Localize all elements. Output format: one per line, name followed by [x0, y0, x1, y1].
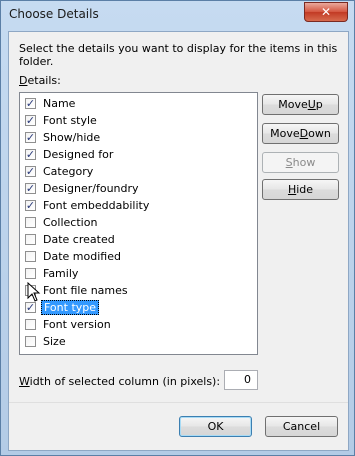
move-up-label-rest: p — [315, 98, 323, 111]
checkbox[interactable]: ✓ — [25, 302, 36, 313]
checkbox[interactable]: ✓ — [25, 115, 36, 126]
list-item-label: Size — [43, 335, 66, 348]
checkbox[interactable]: ✓ — [25, 166, 36, 177]
details-list-item[interactable]: ✓ Designer/foundry — [25, 180, 141, 197]
checkbox[interactable] — [25, 251, 36, 262]
details-list-item[interactable]: ✓ Font style — [25, 112, 99, 129]
move-up-label: Move — [278, 98, 308, 111]
button-bar: OK Cancel — [9, 402, 348, 451]
details-list-item[interactable]: Date modified — [25, 248, 123, 265]
show-key: S — [285, 156, 293, 169]
list-item-label: Font embeddability — [43, 199, 150, 212]
checkbox[interactable]: ✓ — [25, 98, 36, 109]
list-item-label: Collection — [43, 216, 98, 229]
details-list-item[interactable]: Size — [25, 333, 68, 350]
list-item-label: Date modified — [43, 250, 121, 263]
details-list-item[interactable]: ✓ Show/hide — [25, 129, 102, 146]
list-item-label: Font version — [43, 318, 111, 331]
details-label-rest: etails: — [27, 74, 61, 87]
column-width-input[interactable]: 0 — [224, 370, 258, 390]
details-list-item[interactable]: ✓ Category — [25, 163, 95, 180]
checkbox[interactable] — [25, 319, 36, 330]
list-item-label: Show/hide — [43, 131, 101, 144]
choose-details-dialog: Choose Details ✕ Select the details you … — [0, 0, 355, 456]
width-label: Width of selected column (in pixels): — [19, 375, 220, 388]
list-item-label: Font type — [41, 300, 100, 315]
list-item-label: Date created — [43, 233, 115, 246]
list-item-label: Designed for — [43, 148, 114, 161]
move-up-button[interactable]: Move Up — [262, 94, 339, 115]
move-down-key: D — [299, 127, 309, 140]
details-label: Details: — [19, 74, 61, 87]
move-up-key: U — [307, 98, 316, 111]
checkbox[interactable] — [25, 336, 36, 347]
details-list-item[interactable]: Collection — [25, 214, 99, 231]
dialog-body: Select the details you want to display f… — [8, 31, 349, 451]
width-label-rest: idth of selected column (in pixels): — [29, 375, 221, 388]
checkbox[interactable]: ✓ — [25, 183, 36, 194]
checkbox[interactable]: ✓ — [25, 132, 36, 143]
details-list-item[interactable]: ✓ Font embeddability — [25, 197, 151, 214]
checkbox[interactable]: ✓ — [25, 200, 36, 211]
details-list-item[interactable]: Date created — [25, 231, 117, 248]
show-button[interactable]: Show — [262, 152, 339, 173]
details-list-item[interactable]: ✓ Name — [25, 95, 77, 112]
details-list-item[interactable]: Font version — [25, 316, 113, 333]
details-list-item[interactable]: ✓ Designed for — [25, 146, 115, 163]
close-button[interactable]: ✕ — [304, 2, 348, 22]
title-bar[interactable]: Choose Details ✕ — [1, 1, 354, 31]
instruction-text: Select the details you want to display f… — [19, 42, 338, 68]
checkbox[interactable] — [25, 217, 36, 228]
checkbox[interactable] — [25, 234, 36, 245]
list-item-label: Font file names — [43, 284, 128, 297]
hide-key: H — [287, 183, 297, 196]
list-item-label: Family — [43, 267, 79, 280]
mouse-pointer-icon — [27, 282, 41, 302]
move-down-button[interactable]: Move Down — [262, 123, 339, 144]
details-list-item[interactable]: Family — [25, 265, 80, 282]
hide-label-rest: ide — [296, 183, 314, 196]
close-icon: ✕ — [320, 5, 332, 19]
list-item-label: Name — [43, 97, 76, 110]
show-label-rest: how — [292, 156, 316, 169]
window-title: Choose Details — [9, 7, 99, 21]
checkbox[interactable] — [25, 268, 36, 279]
move-down-label-rest: own — [308, 127, 331, 140]
list-item-label: Category — [43, 165, 94, 178]
list-item-label: Font style — [43, 114, 97, 127]
list-item-label: Designer/foundry — [43, 182, 139, 195]
move-down-label: Move — [270, 127, 300, 140]
width-label-key: W — [19, 375, 30, 388]
hide-button[interactable]: Hide — [262, 179, 339, 200]
cancel-button[interactable]: Cancel — [265, 416, 338, 437]
details-list[interactable]: ✓ Name ✓ Font style ✓ Show/hide ✓ Designed for ✓… — [19, 92, 258, 355]
checkbox[interactable]: ✓ — [25, 149, 36, 160]
ok-button[interactable]: OK — [179, 416, 252, 437]
